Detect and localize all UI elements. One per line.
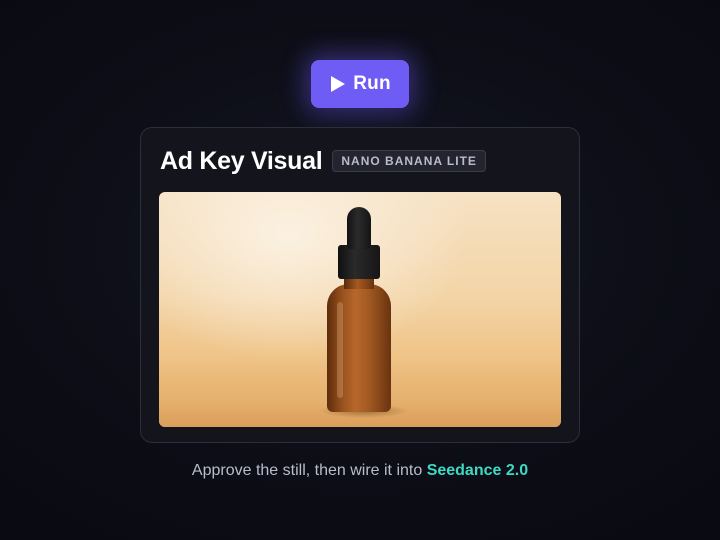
dropper-bulb <box>347 207 371 249</box>
card-title: Ad Key Visual <box>160 146 323 175</box>
card-header: Ad Key Visual NANO BANANA LITE <box>160 144 486 178</box>
run-button[interactable]: Run <box>311 60 409 108</box>
bottle-highlight <box>337 302 343 398</box>
dropper-collar <box>338 245 380 279</box>
model-badge: NANO BANANA LITE <box>332 150 486 172</box>
ad-key-visual-card: Ad Key Visual NANO BANANA LITE <box>140 127 580 443</box>
run-button-label: Run <box>353 73 391 94</box>
play-icon <box>331 76 346 92</box>
caption-text: Approve the still, then wire it into <box>191 462 427 479</box>
caption-highlight: Seedance 2.0 <box>426 462 529 479</box>
preview-image <box>159 192 561 427</box>
caption: Approve the still, then wire it into See… <box>0 462 720 480</box>
